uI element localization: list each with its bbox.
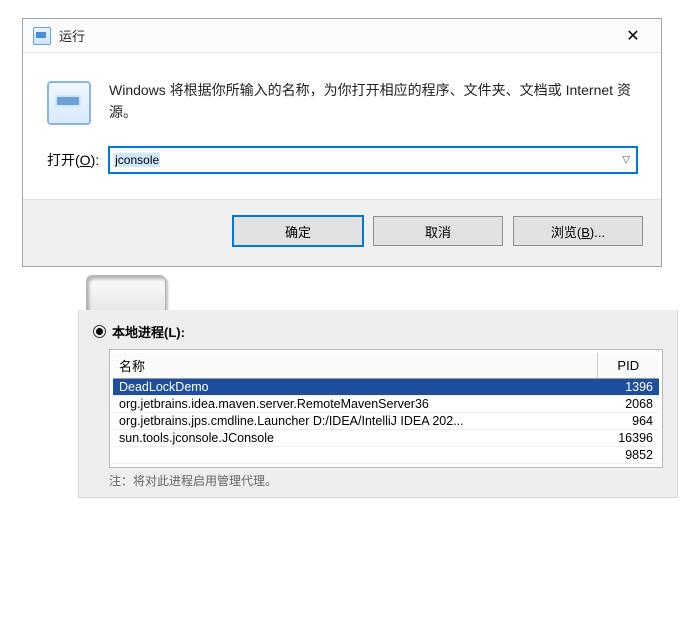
- radio-icon: [93, 325, 106, 338]
- table-row[interactable]: sun.tools.jconsole.JConsole16396: [113, 430, 659, 447]
- run-titlebar: 运行 ✕: [23, 19, 661, 53]
- table-row[interactable]: 9852: [113, 447, 659, 464]
- local-process-label: 本地进程(L):: [112, 322, 185, 341]
- process-table: 名称 PID DeadLockDemo1396org.jetbrains.ide…: [113, 353, 659, 464]
- close-icon: ✕: [626, 26, 639, 46]
- process-name: [113, 447, 597, 464]
- process-name: org.jetbrains.idea.maven.server.RemoteMa…: [113, 396, 597, 413]
- col-name[interactable]: 名称: [113, 353, 597, 379]
- run-body: Windows 将根据你所输入的名称，为你打开相应的程序、文件夹、文档或 Int…: [23, 53, 661, 135]
- process-pid: 9852: [597, 447, 659, 464]
- col-pid[interactable]: PID: [597, 353, 659, 379]
- button-bar: 确定 取消 浏览(B)...: [23, 199, 661, 266]
- table-row[interactable]: org.jetbrains.idea.maven.server.RemoteMa…: [113, 396, 659, 413]
- process-pid: 1396: [597, 379, 659, 396]
- cancel-button[interactable]: 取消: [373, 216, 503, 246]
- jconsole-tab-fragment: [86, 275, 166, 311]
- process-note: 注：将对此进程启用管理代理。: [109, 472, 663, 489]
- window-title: 运行: [59, 26, 613, 45]
- close-button[interactable]: ✕: [613, 23, 653, 49]
- local-process-radio[interactable]: 本地进程(L):: [93, 322, 663, 341]
- table-row[interactable]: org.jetbrains.jps.cmdline.Launcher D:/ID…: [113, 413, 659, 430]
- process-table-panel: 名称 PID DeadLockDemo1396org.jetbrains.ide…: [109, 349, 663, 468]
- table-row[interactable]: DeadLockDemo1396: [113, 379, 659, 396]
- process-name: org.jetbrains.jps.cmdline.Launcher D:/ID…: [113, 413, 597, 430]
- open-row: 打开(O): jconsole ▽: [23, 135, 661, 199]
- run-description: Windows 将根据你所输入的名称，为你打开相应的程序、文件夹、文档或 Int…: [109, 79, 637, 125]
- ok-button[interactable]: 确定: [233, 216, 363, 246]
- run-dialog: 运行 ✕ Windows 将根据你所输入的名称，为你打开相应的程序、文件夹、文档…: [22, 18, 662, 267]
- run-icon: [33, 27, 51, 45]
- process-pid: 964: [597, 413, 659, 430]
- jconsole-panel: 本地进程(L): 名称 PID DeadLockDemo1396org.jetb…: [78, 275, 678, 498]
- chevron-down-icon[interactable]: ▽: [622, 155, 630, 166]
- process-name: DeadLockDemo: [113, 379, 597, 396]
- browse-button[interactable]: 浏览(B)...: [513, 216, 643, 246]
- jconsole-body: 本地进程(L): 名称 PID DeadLockDemo1396org.jetb…: [78, 310, 678, 498]
- process-pid: 2068: [597, 396, 659, 413]
- open-input-value[interactable]: jconsole: [114, 153, 160, 167]
- run-body-icon: [47, 81, 91, 125]
- open-combobox[interactable]: jconsole ▽: [109, 147, 637, 173]
- open-label: 打开(O):: [47, 150, 99, 170]
- process-pid: 16396: [597, 430, 659, 447]
- process-name: sun.tools.jconsole.JConsole: [113, 430, 597, 447]
